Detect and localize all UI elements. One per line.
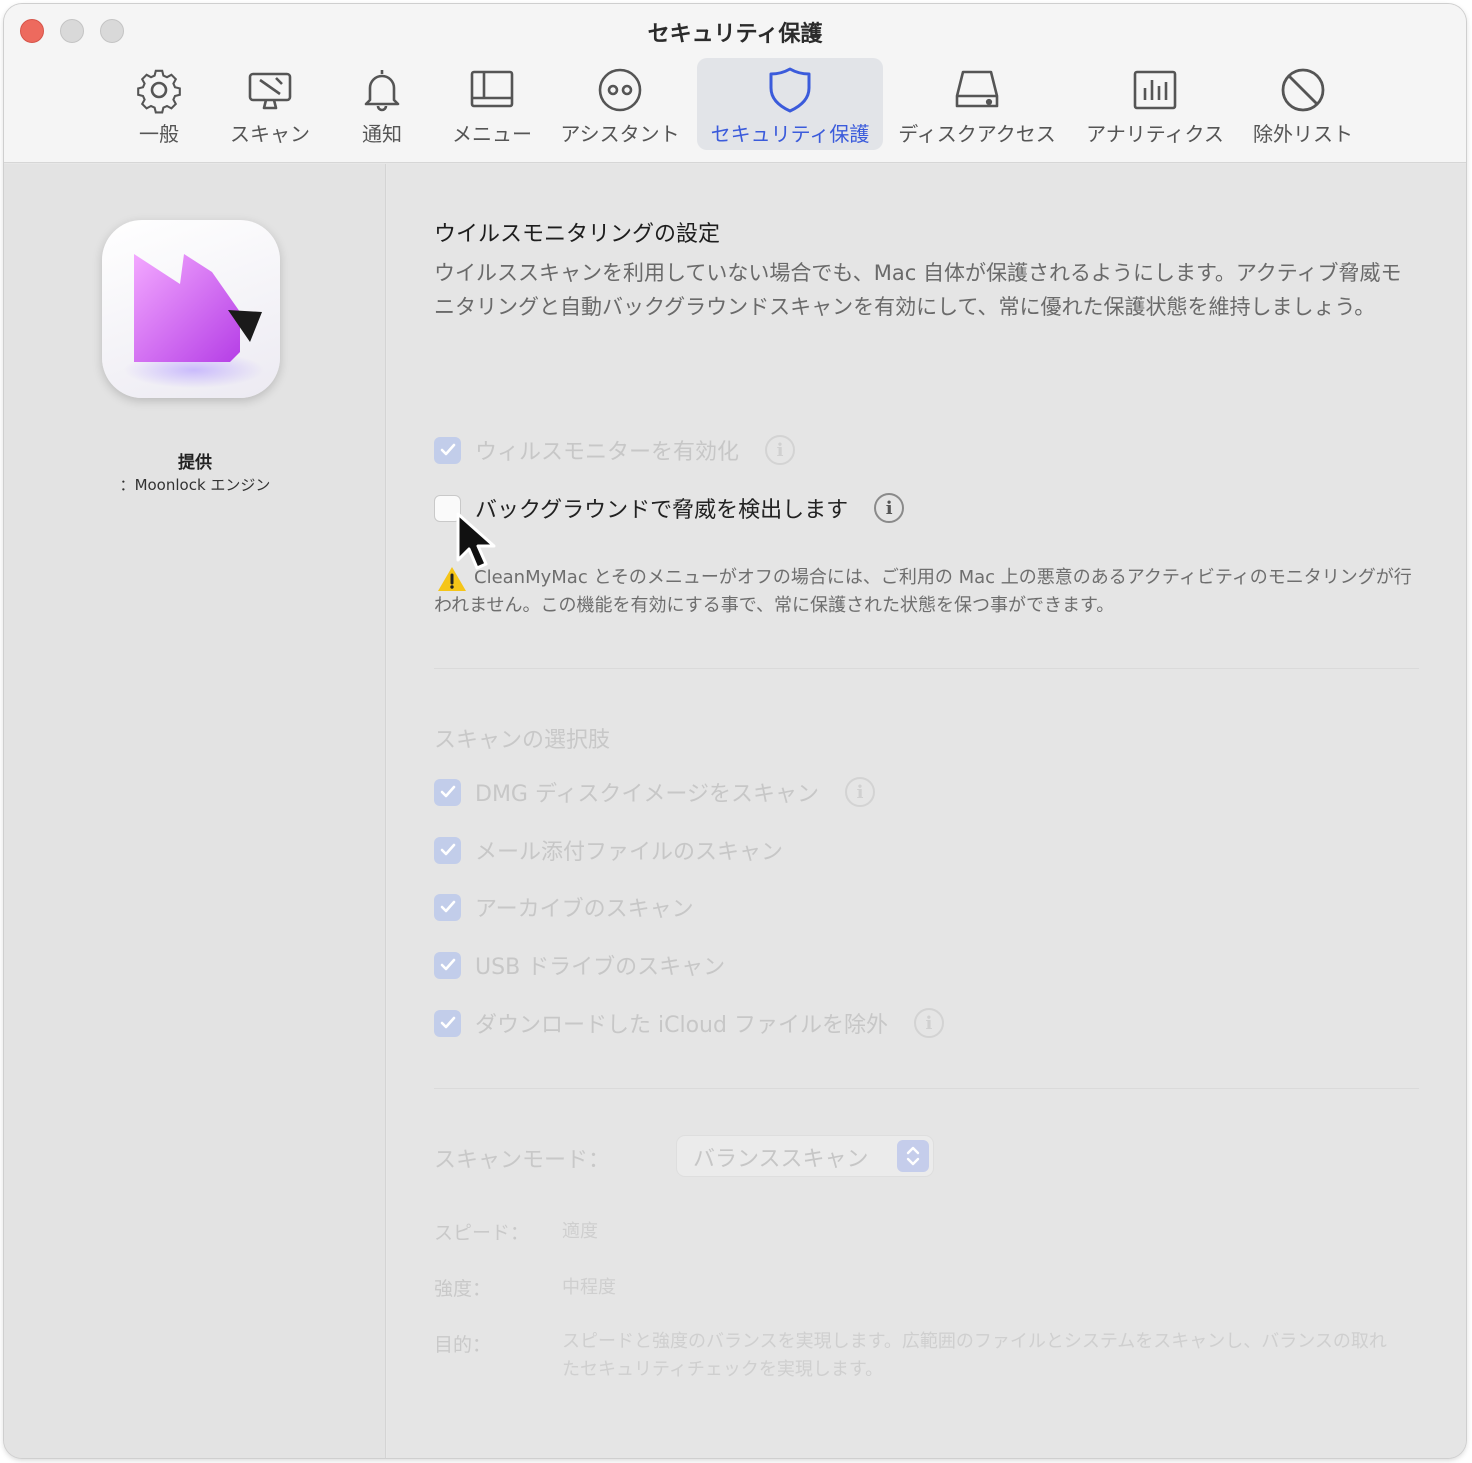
scan-option-row: USB ドライブのスキャン [434,949,725,981]
tab-label: ディスクアクセス [898,122,1056,146]
strength-value: 中程度 [562,1277,616,1298]
tab-label: 除外リスト [1253,122,1353,146]
exclude-icloud-checkbox[interactable] [434,1009,461,1037]
tab-label: メニュー [452,122,532,146]
checkmark-icon [440,958,455,971]
tab-label: アナリティクス [1086,122,1224,146]
window-title: セキュリティ保護 [647,22,823,47]
scan-archives-label: アーカイブのスキャン [475,897,694,922]
checkmark-icon [440,785,455,798]
security-settings-panel: ウイルスモニタリングの設定 ウイルススキャンを利用していない場合でも、Mac 自… [387,164,1466,1458]
purpose-value: スピードと強度のバランスを実現します。広範囲のファイルとシステムをスキャンし、バ… [562,1331,1387,1380]
tab-menu[interactable]: メニュー [442,58,542,150]
checkmark-icon [440,443,455,456]
info-icon[interactable]: i [844,777,875,807]
scan-option-row: ダウンロードした iCloud ファイルを除外 i [434,1007,944,1039]
sidebar: 提供 ：Moonlock エンジン [4,164,386,1458]
speed-value: 適度 [562,1221,598,1242]
monitoring-section-title: ウイルスモニタリングの設定 [434,222,721,247]
checkmark-icon [440,843,455,856]
scan-option-row: メール添付ファイルのスキャン [434,834,783,866]
tab-exclusion-list[interactable]: 除外リスト [1248,58,1358,150]
bell-icon [364,70,400,112]
preference-tabs: 一般 スキャン 通知 メニュー アシスタント セキュリティ保護 ディスクアクセス… [4,58,1466,150]
tab-label: セキュリティ保護 [710,122,870,146]
speed-label: スピード： [434,1222,530,1244]
shield-icon [769,67,811,113]
scan-mode-popup[interactable]: バランススキャン [677,1136,933,1176]
monitoring-warning-text: CleanMyMac とそのメニューがオフの場合には、ご利用の Mac 上の悪意… [434,567,1412,616]
scan-monitor-icon [248,72,292,110]
monitoring-description: ウイルススキャンを利用していない場合でも、Mac 自体が保護されるようにします。… [434,261,1402,319]
tab-assistant[interactable]: アシスタント [556,58,684,150]
tab-label: アシスタント [560,122,680,146]
background-detect-row: バックグラウンドで脅威を検出します i [434,492,905,524]
menu-icon [470,70,514,108]
info-icon[interactable]: i [765,435,796,465]
checkmark-icon [440,900,455,913]
popup-stepper-icon [897,1140,929,1172]
tab-security-protection[interactable]: セキュリティ保護 [697,58,883,150]
disk-icon [955,70,999,108]
analytics-icon [1133,70,1177,110]
gear-icon [137,69,181,114]
provider-title: 提供 [178,453,212,473]
tab-label: スキャン [230,122,310,146]
tab-disk-access[interactable]: ディスクアクセス [894,58,1060,150]
tab-analytics[interactable]: アナリティクス [1082,58,1228,150]
info-icon[interactable]: i [913,1008,944,1038]
moonlock-app-icon [102,220,280,398]
scan-dmg-label: DMG ディスクイメージをスキャン [475,782,819,807]
checkmark-icon [440,1016,455,1029]
scan-usb-checkbox[interactable] [434,951,461,979]
tab-label: 通知 [362,122,402,146]
scan-mode-selected: バランススキャン [693,1147,869,1172]
assistant-icon [598,68,642,112]
tab-notifications[interactable]: 通知 [342,58,422,150]
exclude-icloud-label: ダウンロードした iCloud ファイルを除外 [475,1013,888,1038]
section-divider [434,1088,1419,1089]
prohibited-icon [1281,68,1325,112]
strength-label: 強度： [434,1278,492,1300]
enable-virus-monitor-label: ウィルスモニターを有効化 [475,440,740,465]
toolbar: セキュリティ保護 一般 スキャン 通知 メニュー アシスタント セキュリティ保護… [4,4,1466,163]
enable-virus-monitor-row: ウィルスモニターを有効化 i [434,434,796,466]
tab-scan[interactable]: スキャン [218,58,322,150]
enable-virus-monitor-checkbox[interactable] [434,436,461,464]
scan-option-row: DMG ディスクイメージをスキャン i [434,776,875,808]
info-icon[interactable]: i [874,493,905,523]
background-detect-label: バックグラウンドで脅威を検出します [475,498,849,523]
scan-mode-label: スキャンモード： [434,1148,611,1173]
scan-mail-attachments-checkbox[interactable] [434,836,461,864]
scan-mail-attachments-label: メール添付ファイルのスキャン [475,840,784,865]
purpose-label: 目的： [434,1334,492,1356]
scan-option-row: アーカイブのスキャン [434,891,694,923]
scan-usb-label: USB ドライブのスキャン [475,955,726,980]
preferences-window: セキュリティ保護 一般 スキャン 通知 メニュー アシスタント セキュリティ保護… [4,4,1466,1458]
mouse-cursor-icon [456,512,496,570]
scan-dmg-checkbox[interactable] [434,778,461,806]
scan-options-title: スキャンの選択肢 [434,728,611,753]
scan-archives-checkbox[interactable] [434,893,461,921]
moonlock-logo-icon [124,254,264,388]
provider-name: ：Moonlock エンジン [119,476,271,494]
section-divider [434,668,1419,669]
tab-label: 一般 [139,122,179,146]
tab-general[interactable]: 一般 [115,58,203,150]
